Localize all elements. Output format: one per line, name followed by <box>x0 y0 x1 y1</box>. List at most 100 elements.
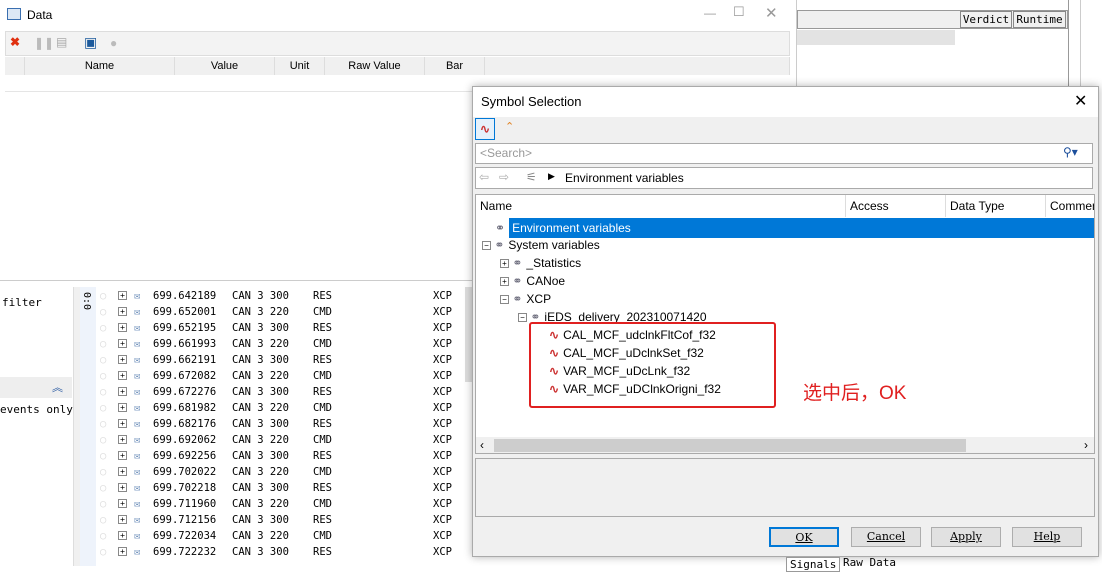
trace-id: CAN 3 220 <box>232 338 289 350</box>
column-comment[interactable]: Commen <box>1046 195 1094 217</box>
trace-row[interactable]: ○ + ✉ 699.682176 CAN 3 300 RES XCP <box>80 416 470 432</box>
binoculars-icon[interactable]: ⚲▾ <box>1063 145 1078 159</box>
trace-row[interactable]: ○ + ✉ 699.692256 CAN 3 300 RES XCP <box>80 448 470 464</box>
expand-icon[interactable]: + <box>118 339 127 348</box>
forward-icon[interactable]: ⇨ <box>499 170 509 184</box>
trace-row[interactable]: ○ + ✉ 699.681982 CAN 3 220 CMD XCP <box>80 400 470 416</box>
paste-icon[interactable]: ▣ <box>84 34 97 51</box>
tree-item[interactable]: + ⚭ CANoe <box>500 272 565 290</box>
scroll-thumb[interactable] <box>494 439 966 452</box>
column-name[interactable]: Name <box>476 195 846 217</box>
expand-icon[interactable]: + <box>118 419 127 428</box>
close-button[interactable]: ✕ <box>765 4 778 22</box>
trace-row[interactable]: ○ + ✉ 699.672276 CAN 3 300 RES XCP <box>80 384 470 400</box>
trace-time: 699.681982 <box>153 402 217 414</box>
expand-icon[interactable]: + <box>118 355 127 364</box>
chevron-right-icon[interactable]: ▶ <box>548 171 555 182</box>
tree-item[interactable]: − ⚭ XCP <box>500 290 551 308</box>
verdict-column[interactable]: Verdict <box>960 11 1012 28</box>
section-bar[interactable]: ︽ <box>0 377 72 398</box>
expand-icon[interactable]: + <box>118 547 127 556</box>
trace-row[interactable]: ○ + ✉ 699.702218 CAN 3 300 RES XCP <box>80 480 470 496</box>
expand-icon[interactable]: + <box>500 277 509 287</box>
column-value[interactable]: Value <box>175 57 275 75</box>
row-highlight <box>797 30 955 45</box>
trace-protocol: XCP <box>433 498 452 510</box>
column-name[interactable]: Name <box>25 57 175 75</box>
comment-icon: ○ <box>100 482 107 494</box>
edit-icon[interactable]: ▤ <box>56 35 67 49</box>
trace-row[interactable]: ○ + ✉ 699.662191 CAN 3 300 RES XCP <box>80 352 470 368</box>
scroll-left-icon[interactable]: ‹ <box>480 438 484 452</box>
trace-protocol: XCP <box>433 450 452 462</box>
message-icon: ✉ <box>134 418 141 430</box>
cancel-button[interactable]: Cancel <box>851 527 921 547</box>
trace-row[interactable]: ○ + ✉ 699.702022 CAN 3 220 CMD XCP <box>80 464 470 480</box>
trace-name: CMD <box>313 306 332 318</box>
tab-signals[interactable]: Signals <box>786 557 841 572</box>
trace-row[interactable]: ○ + ✉ 699.652195 CAN 3 300 RES XCP <box>80 320 470 336</box>
collapse-icon[interactable]: − <box>500 295 509 305</box>
splitter[interactable] <box>73 287 80 566</box>
divider <box>1080 0 1081 88</box>
collapse-icon[interactable]: − <box>518 313 527 323</box>
horizontal-scrollbar[interactable]: ‹ › <box>476 437 1094 453</box>
expand-icon[interactable]: + <box>118 515 127 524</box>
breadcrumb-item[interactable]: Environment variables <box>565 171 684 185</box>
trace-row[interactable]: ○ + ✉ 699.672082 CAN 3 220 CMD XCP <box>80 368 470 384</box>
record-icon[interactable]: ● <box>110 36 117 50</box>
expand-icon[interactable]: + <box>118 499 127 508</box>
trace-row[interactable]: ○ + ✉ 699.711960 CAN 3 220 CMD XCP <box>80 496 470 512</box>
trace-name: CMD <box>313 530 332 542</box>
trace-id: CAN 3 300 <box>232 322 289 334</box>
trace-time: 699.652195 <box>153 322 217 334</box>
expand-icon[interactable]: + <box>118 307 127 316</box>
ok-button[interactable]: OK <box>769 527 839 547</box>
expand-icon[interactable]: + <box>118 451 127 460</box>
trace-protocol: XCP <box>433 354 452 366</box>
scroll-right-icon[interactable]: › <box>1084 438 1088 452</box>
column-access[interactable]: Access <box>846 195 946 217</box>
minimize-button[interactable]: — <box>704 6 716 20</box>
column-unit[interactable]: Unit <box>275 57 325 75</box>
trace-row[interactable]: ○ + ✉ 699.712156 CAN 3 300 RES XCP <box>80 512 470 528</box>
back-icon[interactable]: ⇦ <box>479 170 489 184</box>
tree-item[interactable]: ⚭ Environment variables <box>482 218 1094 238</box>
delete-icon[interactable]: ✖ <box>10 35 20 49</box>
tab-raw-data[interactable]: Raw Data <box>840 556 899 569</box>
maximize-button[interactable]: ☐ <box>733 4 745 20</box>
trace-row[interactable]: ○ + ✉ 699.692062 CAN 3 220 CMD XCP <box>80 432 470 448</box>
comment-icon: ○ <box>100 498 107 510</box>
trace-row[interactable]: ○ + ✉ 699.661993 CAN 3 220 CMD XCP <box>80 336 470 352</box>
column-raw-value[interactable]: Raw Value <box>325 57 425 75</box>
expand-icon[interactable]: + <box>118 323 127 332</box>
expand-icon[interactable]: + <box>118 371 127 380</box>
expand-icon[interactable]: + <box>118 387 127 396</box>
tree-item[interactable]: + ⚭ _Statistics <box>500 254 581 272</box>
annotation-text: 选中后，OK <box>803 383 907 404</box>
expand-icon[interactable]: + <box>118 403 127 412</box>
expand-icon[interactable]: + <box>500 259 509 269</box>
collapse-icon[interactable]: − <box>482 241 491 251</box>
help-button[interactable]: Help <box>1012 527 1082 547</box>
pause-icon[interactable]: ❚❚ <box>34 36 54 50</box>
trace-row[interactable]: ○ + ✉ 699.722232 CAN 3 300 RES XCP <box>80 544 470 560</box>
trace-row[interactable]: ○ + ✉ 699.652001 CAN 3 220 CMD XCP <box>80 304 470 320</box>
search-input[interactable]: <Search> <box>475 143 1093 164</box>
apply-button[interactable]: Apply <box>931 527 1001 547</box>
expand-icon[interactable]: + <box>118 435 127 444</box>
expand-icon[interactable]: + <box>118 291 127 300</box>
expand-icon[interactable]: + <box>118 483 127 492</box>
column-data-type[interactable]: Data Type <box>946 195 1046 217</box>
expand-icon[interactable]: + <box>118 531 127 540</box>
collapse-all-icon[interactable]: ⌃ <box>505 120 514 133</box>
trace-row[interactable]: ○ + ✉ 699.722034 CAN 3 220 CMD XCP <box>80 528 470 544</box>
column-bar[interactable]: Bar <box>425 57 485 75</box>
tree-item[interactable]: − ⚭ System variables <box>482 236 600 254</box>
dialog-close-button[interactable]: ✕ <box>1074 91 1087 111</box>
signal-view-button[interactable]: ∿ <box>475 118 495 140</box>
expand-icon[interactable]: + <box>118 467 127 476</box>
collapse-icon[interactable]: ︽ <box>52 379 63 395</box>
trace-row[interactable]: ○ + ✉ 699.642189 CAN 3 300 RES XCP <box>80 288 470 304</box>
runtime-column[interactable]: Runtime <box>1013 11 1066 28</box>
